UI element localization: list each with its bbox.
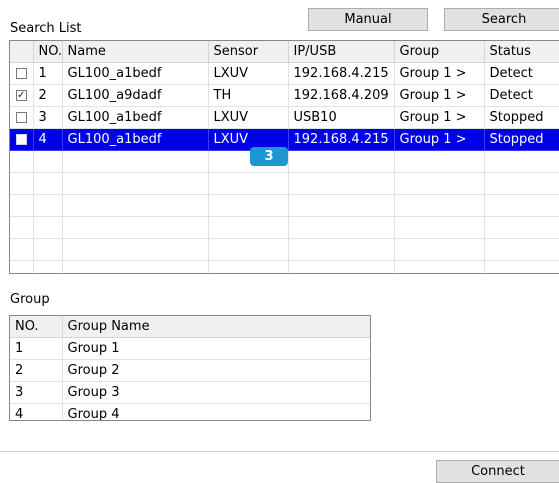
device-checkbox[interactable]: ✓ [15, 90, 27, 101]
device-status: Stopped [484, 106, 559, 129]
header-name[interactable]: Name [62, 41, 209, 63]
empty-row [10, 172, 559, 195]
header-group[interactable]: Group [394, 41, 485, 63]
device-name: GL100_a9dadf [62, 84, 209, 107]
search-list-label: Search List [10, 21, 82, 36]
device-row[interactable]: ✓ 2 GL100_a9dadf TH 192.168.4.209 Group … [10, 84, 559, 107]
search-button[interactable]: Search [444, 8, 559, 31]
device-row[interactable]: 3 GL100_a1bedf LXUV USB10 Group 1 > Stop… [10, 106, 559, 129]
group-no: 2 [10, 359, 63, 382]
group-row[interactable]: 4 Group 4 [10, 403, 370, 420]
group-no: 3 [10, 381, 63, 404]
empty-row [10, 194, 559, 217]
device-sensor: LXUV [208, 106, 289, 129]
device-status: Detect [484, 62, 559, 85]
group-name: Group 1 [62, 337, 370, 360]
empty-row [10, 216, 559, 239]
device-no: 1 [33, 62, 63, 85]
device-ip-usb: USB10 [288, 106, 395, 129]
device-ip-usb: 192.168.4.215 [288, 62, 395, 85]
device-row[interactable]: 1 GL100_a1bedf LXUV 192.168.4.215 Group … [10, 62, 559, 85]
group-label: Group [10, 292, 50, 307]
group-row[interactable]: 1 Group 1 [10, 337, 370, 360]
device-group[interactable]: Group 1 > [394, 106, 485, 129]
callout-badge: 3 [250, 147, 288, 166]
header-group-no[interactable]: NO. [10, 316, 63, 338]
header-group-name[interactable]: Group Name [62, 316, 370, 338]
empty-row [10, 238, 559, 261]
header-checkbox [10, 41, 34, 63]
device-group[interactable]: Group 1 > [394, 62, 485, 85]
device-group[interactable]: Group 1 > [394, 84, 485, 107]
device-no: 2 [33, 84, 63, 107]
group-no: 1 [10, 337, 63, 360]
empty-row [10, 260, 559, 273]
search-list-header: NO. Name Sensor IP/USB Group Status [10, 41, 559, 63]
device-sensor: LXUV [208, 62, 289, 85]
device-status: Stopped [484, 128, 559, 151]
header-ip-usb[interactable]: IP/USB [288, 41, 395, 63]
group-name: Group 2 [62, 359, 370, 382]
device-name: GL100_a1bedf [62, 106, 209, 129]
device-checkbox[interactable] [15, 134, 27, 145]
group-header: NO. Group Name [10, 316, 370, 338]
header-sensor[interactable]: Sensor [208, 41, 289, 63]
footer-divider [0, 451, 559, 452]
group-name: Group 4 [62, 403, 370, 420]
group-row[interactable]: 2 Group 2 [10, 359, 370, 382]
device-group[interactable]: Group 1 > [394, 128, 485, 151]
device-sensor: TH [208, 84, 289, 107]
device-checkbox[interactable] [15, 112, 27, 123]
device-no: 4 [33, 128, 63, 151]
device-name: GL100_a1bedf [62, 62, 209, 85]
header-no[interactable]: NO. [33, 41, 63, 63]
device-name: GL100_a1bedf [62, 128, 209, 151]
group-row[interactable]: 3 Group 3 [10, 381, 370, 404]
device-ip-usb: 192.168.4.215 [288, 128, 395, 151]
header-status[interactable]: Status [484, 41, 559, 63]
device-checkbox[interactable] [15, 68, 27, 79]
group-no: 4 [10, 403, 63, 420]
device-ip-usb: 192.168.4.209 [288, 84, 395, 107]
connect-button[interactable]: Connect [436, 460, 559, 483]
group-name: Group 3 [62, 381, 370, 404]
group-table[interactable]: NO. Group Name 1 Group 1 2 Group 2 3 Gro… [9, 315, 371, 421]
device-status: Detect [484, 84, 559, 107]
device-no: 3 [33, 106, 63, 129]
manual-button[interactable]: Manual [308, 8, 428, 31]
